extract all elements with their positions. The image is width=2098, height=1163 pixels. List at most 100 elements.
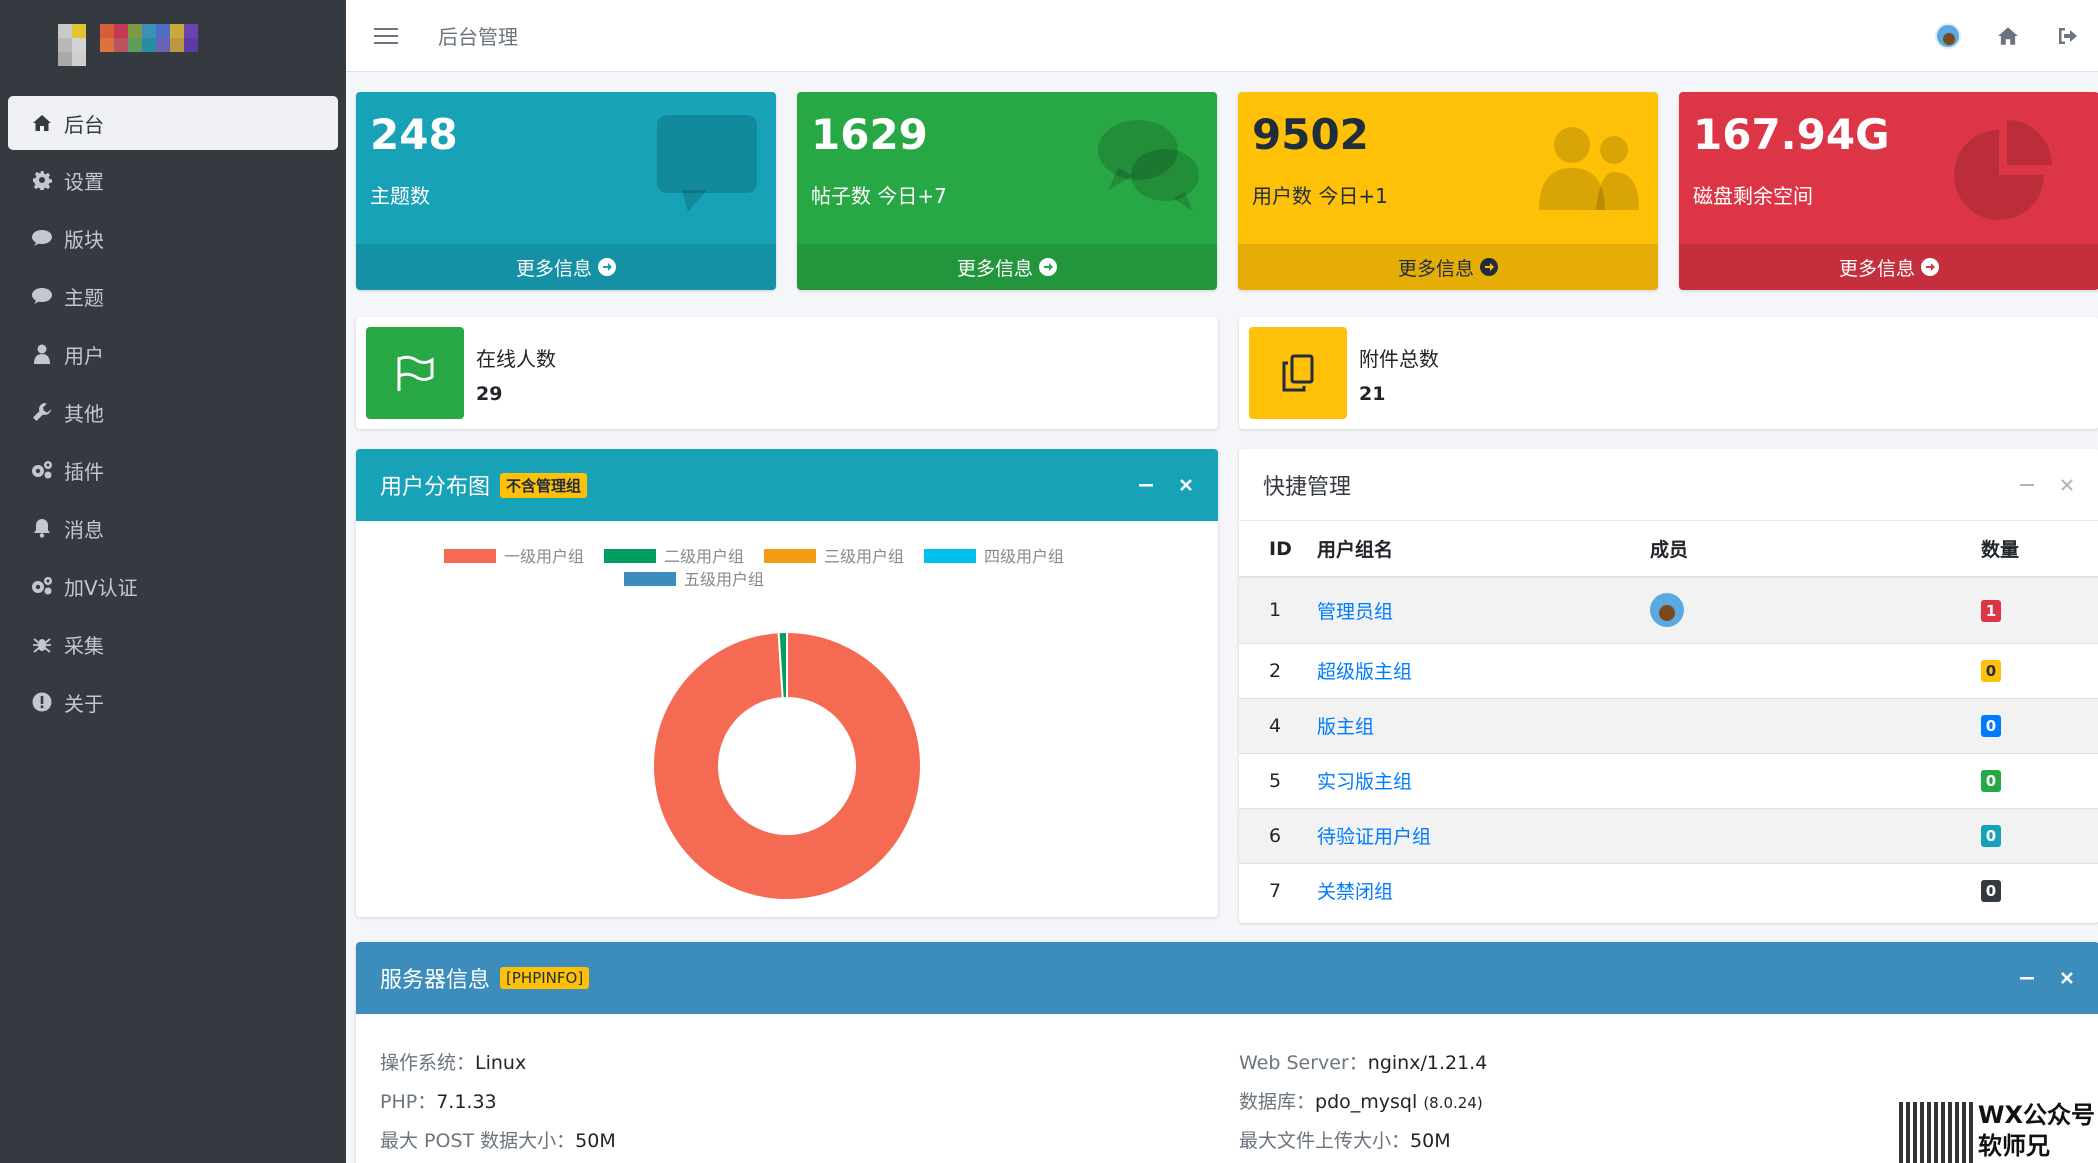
group-link[interactable]: 超级版主组 bbox=[1317, 661, 1412, 683]
menu-toggle-icon[interactable] bbox=[374, 27, 398, 44]
cell-members bbox=[1650, 807, 1981, 863]
comment-icon bbox=[28, 284, 56, 308]
table-row: 4 版主组 0 bbox=[1239, 697, 2098, 753]
sidebar-item-users[interactable]: 用户 bbox=[8, 326, 338, 382]
stat-label: 用户数 今日+1 bbox=[1252, 184, 1388, 208]
cell-name: 待验证用户组 bbox=[1317, 807, 1650, 863]
info-box-value: 21 bbox=[1359, 383, 1386, 405]
group-link[interactable]: 待验证用户组 bbox=[1317, 826, 1431, 848]
legend-label[interactable]: 一级用户组 bbox=[504, 547, 584, 566]
user-avatar-button[interactable] bbox=[1918, 23, 1978, 49]
more-info-link[interactable]: 更多信息 bbox=[797, 244, 1217, 290]
remove-button[interactable] bbox=[1166, 478, 1206, 492]
card-tools bbox=[1126, 449, 1206, 521]
cell-id: 1 bbox=[1239, 576, 1317, 643]
avatar bbox=[1935, 23, 1961, 49]
sidebar-item-label: 主题 bbox=[64, 285, 104, 310]
group-link[interactable]: 实习版主组 bbox=[1317, 771, 1412, 793]
sidebar-item-label: 用户 bbox=[64, 343, 104, 368]
collapse-button[interactable] bbox=[2007, 971, 2047, 985]
flag-icon bbox=[366, 327, 464, 419]
legend-label[interactable]: 二级用户组 bbox=[664, 547, 744, 566]
copy-icon bbox=[1249, 327, 1347, 419]
member-avatar[interactable] bbox=[1650, 593, 1684, 628]
sidebar-item-topics[interactable]: 主题 bbox=[8, 268, 338, 324]
stat-box-posts: 1629 帖子数 今日+7 更多信息 bbox=[797, 92, 1217, 290]
sidebar-item-collect[interactable]: 采集 bbox=[8, 616, 338, 672]
pie-chart-icon bbox=[1954, 120, 2052, 220]
logout-button[interactable] bbox=[2038, 26, 2098, 46]
sidebar-item-dashboard[interactable]: 后台 bbox=[8, 96, 338, 150]
card-tools bbox=[2007, 942, 2087, 1014]
cell-id: 7 bbox=[1239, 862, 1317, 918]
sidebar-item-verification[interactable]: 加V认证 bbox=[8, 558, 338, 614]
cell-id: 6 bbox=[1239, 807, 1317, 863]
gears-icon bbox=[28, 574, 56, 598]
stat-value: 9502 bbox=[1252, 110, 1369, 159]
cell-name: 实习版主组 bbox=[1317, 752, 1650, 808]
legend-label[interactable]: 三级用户组 bbox=[824, 547, 904, 566]
legend-swatch[interactable] bbox=[604, 549, 656, 563]
legend-swatch[interactable] bbox=[764, 549, 816, 563]
more-info-link[interactable]: 更多信息 bbox=[1238, 244, 1658, 290]
sidebar-item-other[interactable]: 其他 bbox=[8, 384, 338, 440]
sidebar: 后台 设置 版块 主题 用户 其他 插件 消息 加V认证 采集 关于 bbox=[0, 0, 346, 1163]
legend-swatch[interactable] bbox=[924, 549, 976, 563]
sidebar-item-messages[interactable]: 消息 bbox=[8, 500, 338, 556]
exclamation-circle-icon bbox=[28, 690, 56, 714]
server-upload-max: 最大文件上传大小：50M bbox=[1239, 1130, 1451, 1152]
column-header-count: 数量 bbox=[1981, 521, 2098, 578]
cell-id: 5 bbox=[1239, 752, 1317, 808]
card-title: 服务器信息 bbox=[380, 968, 491, 993]
sidebar-nav: 后台 设置 版块 主题 用户 其他 插件 消息 加V认证 采集 关于 bbox=[0, 90, 346, 738]
card-header: 用户分布图 不含管理组 bbox=[356, 449, 1218, 521]
more-info-link[interactable]: 更多信息 bbox=[1679, 244, 2098, 290]
info-box-online: 在线人数 29 bbox=[356, 317, 1218, 429]
table-row: 2 超级版主组 0 bbox=[1239, 642, 2098, 698]
group-link[interactable]: 管理员组 bbox=[1317, 601, 1393, 623]
sidebar-item-settings[interactable]: 设置 bbox=[8, 152, 338, 208]
stat-value: 248 bbox=[370, 110, 458, 159]
phpinfo-link[interactable]: [PHPINFO] bbox=[500, 967, 590, 989]
legend-label[interactable]: 四级用户组 bbox=[984, 547, 1064, 566]
legend-swatch[interactable] bbox=[444, 549, 496, 563]
cell-name: 关禁闭组 bbox=[1317, 862, 1650, 918]
cell-members bbox=[1650, 576, 1981, 643]
cell-name: 管理员组 bbox=[1317, 576, 1650, 643]
legend-label[interactable]: 五级用户组 bbox=[684, 570, 764, 589]
count-badge: 1 bbox=[1981, 599, 2001, 622]
sidebar-item-forums[interactable]: 版块 bbox=[8, 210, 338, 266]
column-header-id: ID bbox=[1239, 521, 1317, 578]
stat-box-topics: 248 主题数 更多信息 bbox=[356, 92, 776, 290]
card-header: 快捷管理 bbox=[1239, 449, 2098, 521]
group-link[interactable]: 关禁闭组 bbox=[1317, 881, 1393, 903]
sidebar-item-about[interactable]: 关于 bbox=[8, 674, 338, 730]
remove-button[interactable] bbox=[2047, 478, 2087, 492]
close-icon bbox=[2061, 479, 2073, 491]
collapse-button[interactable] bbox=[2007, 478, 2047, 492]
breadcrumb: 后台管理 bbox=[438, 25, 518, 49]
table-row: 1 管理员组 1 bbox=[1239, 576, 2098, 643]
legend-swatch[interactable] bbox=[624, 572, 676, 586]
sidebar-item-plugins[interactable]: 插件 bbox=[8, 442, 338, 498]
bell-icon bbox=[28, 516, 56, 540]
cell-count: 0 bbox=[1981, 642, 2098, 698]
arrow-circle-right-icon bbox=[1039, 258, 1057, 276]
count-badge: 0 bbox=[1981, 825, 2001, 847]
server-php: PHP：7.1.33 bbox=[380, 1091, 497, 1113]
group-link[interactable]: 版主组 bbox=[1317, 716, 1374, 738]
remove-button[interactable] bbox=[2047, 971, 2087, 985]
cell-count: 0 bbox=[1981, 862, 2098, 918]
cell-members bbox=[1650, 642, 1981, 698]
card-title: 用户分布图 bbox=[380, 475, 491, 500]
collapse-button[interactable] bbox=[1126, 478, 1166, 492]
spider-icon bbox=[28, 632, 56, 656]
cell-name: 超级版主组 bbox=[1317, 642, 1650, 698]
card-tools bbox=[2007, 449, 2087, 521]
home-button[interactable] bbox=[1978, 26, 2038, 46]
sidebar-item-label: 其他 bbox=[64, 401, 104, 426]
more-info-link[interactable]: 更多信息 bbox=[356, 244, 776, 290]
minus-icon bbox=[1139, 484, 1153, 487]
cell-count: 0 bbox=[1981, 807, 2098, 863]
brand-logo[interactable] bbox=[0, 0, 346, 90]
